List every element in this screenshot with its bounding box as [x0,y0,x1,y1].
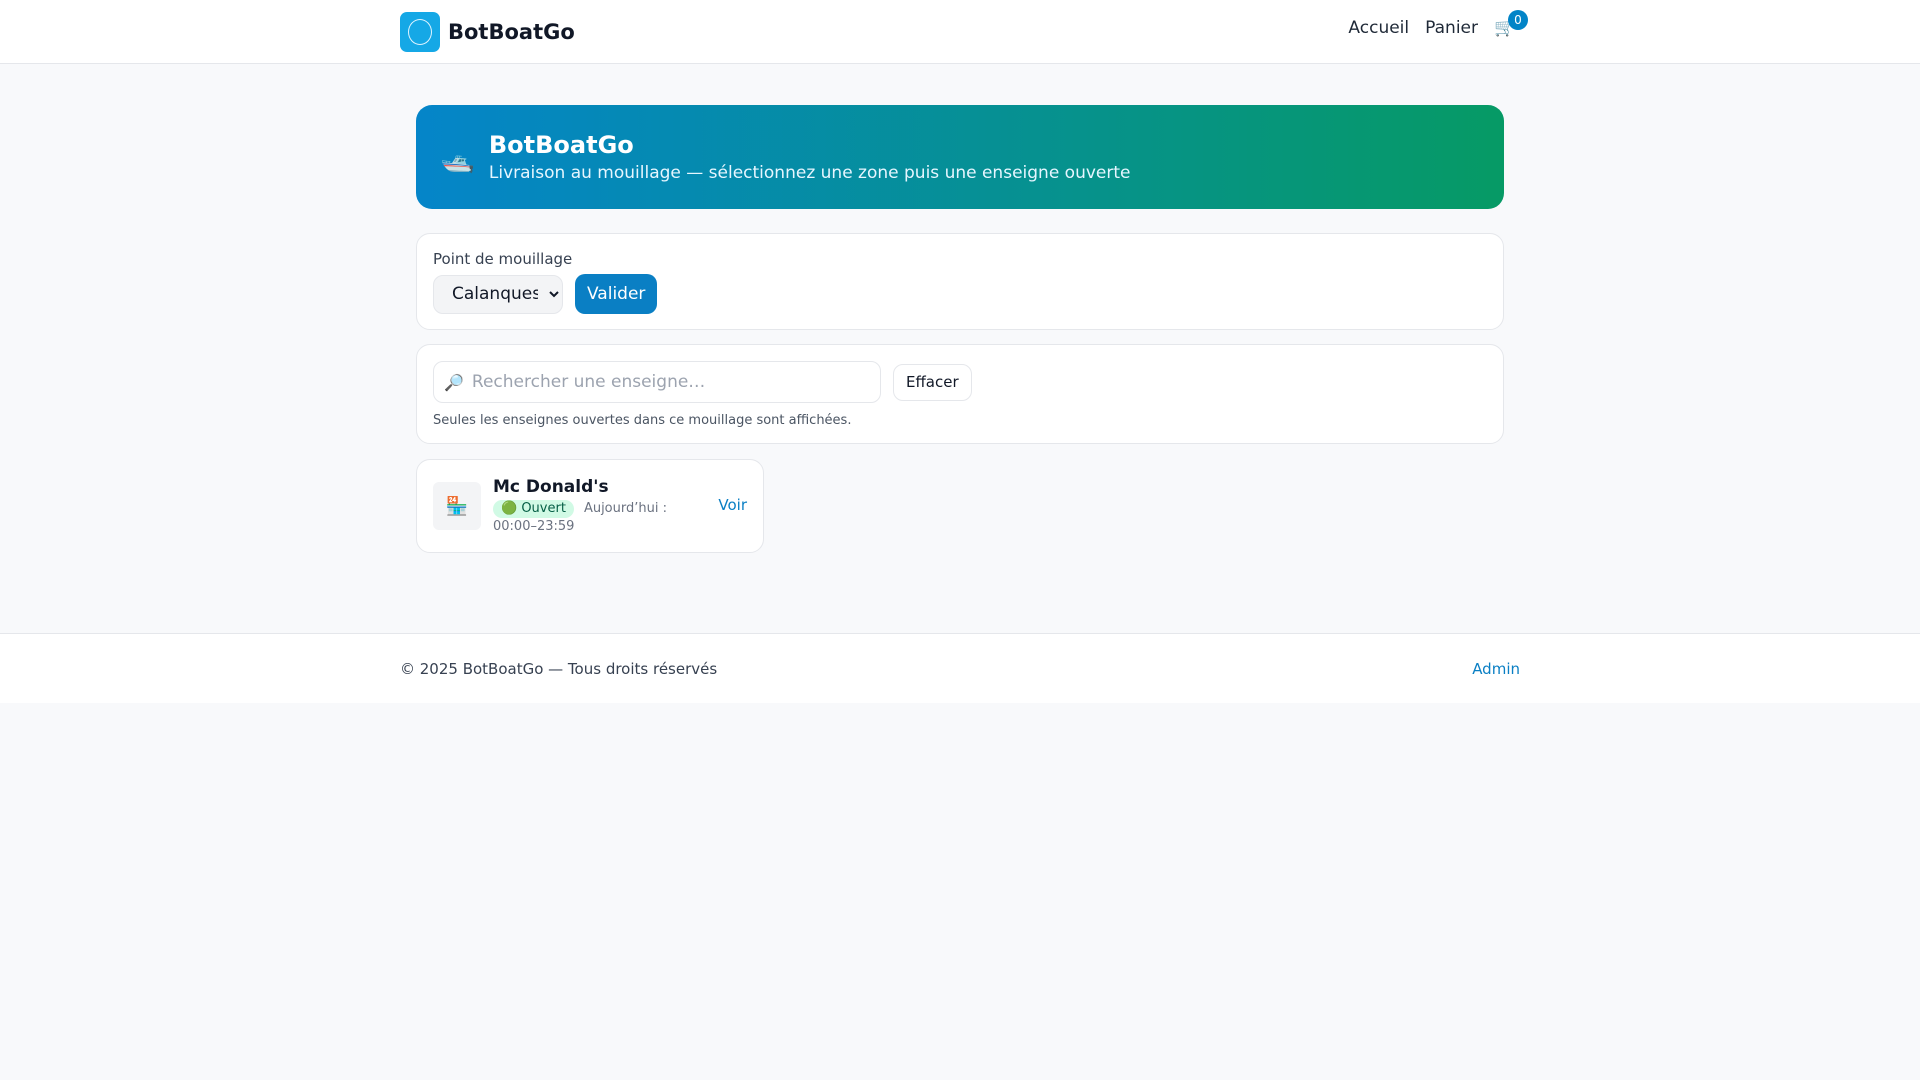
status-badge: 🟢 Ouvert [493,499,574,518]
copyright: © 2025 BotBoatGo — Tous droits réservés [400,659,718,678]
store-card[interactable]: 🏪 Mc Donald's 🟢 Ouvert Aujourd’hui : 00:0… [416,459,764,553]
brand-name: BotBoatGo [448,20,575,44]
store-icon: 🏪 [433,482,481,530]
brand-link[interactable]: BotBoatGo [400,12,575,52]
search-panel: 🔎 Effacer Seules les enseignes ouvertes … [416,344,1504,444]
nav-panier[interactable]: Panier [1425,18,1478,38]
cart-count-badge: 0 [1508,10,1528,30]
nav-accueil[interactable]: Accueil [1348,18,1409,38]
search-icon: 🔎 [444,372,464,392]
top-header: BotBoatGo Accueil Panier 🛒 0 [0,0,1920,64]
logo-icon [400,12,440,52]
validate-button[interactable]: Valider [575,274,658,314]
main-nav: Accueil Panier 🛒 0 [1348,10,1528,38]
cart-button[interactable]: 🛒 0 [1494,10,1528,38]
hero-banner: 🛥️ BotBoatGo Livraison au mouillage — sé… [416,105,1504,209]
hero-subtitle: Livraison au mouillage — sélectionnez un… [488,163,1131,183]
main-content: 🛥️ BotBoatGo Livraison au mouillage — sé… [416,64,1504,633]
clear-button[interactable]: Effacer [893,363,972,401]
search-box[interactable]: 🔎 [433,361,881,403]
boat-icon: 🛥️ [440,140,475,174]
mooring-label: Point de mouillage [433,250,573,268]
search-input[interactable] [471,372,880,392]
mooring-select[interactable]: Calanques [433,274,563,314]
hero-title: BotBoatGo [488,131,634,159]
admin-link[interactable]: Admin [1472,660,1520,678]
view-store-link[interactable]: Voir [718,496,747,514]
search-hint: Seules les enseignes ouvertes dans ce mo… [433,413,852,428]
mooring-form: Point de mouillage Calanques Valider [416,233,1504,330]
store-name: Mc Donald's [493,476,609,497]
footer: © 2025 BotBoatGo — Tous droits réservés … [0,633,1920,703]
